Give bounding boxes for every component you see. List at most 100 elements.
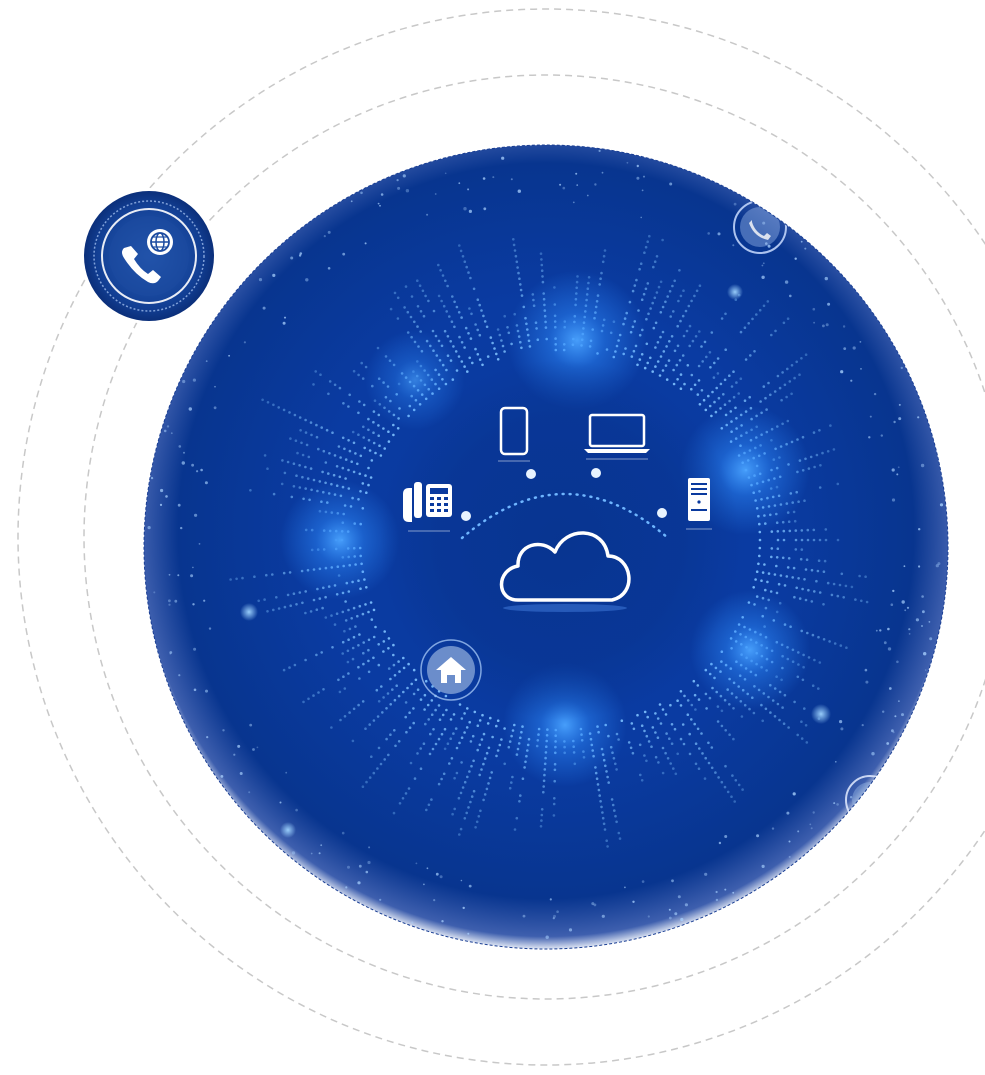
sparkle-dot xyxy=(893,420,896,424)
ring-dot xyxy=(783,383,787,387)
sparkle-dot xyxy=(492,176,495,179)
ring-dot xyxy=(651,370,654,373)
ring-dot xyxy=(793,595,796,599)
ring-dot xyxy=(654,321,658,325)
sparkle-dot xyxy=(357,881,361,885)
ring-dot xyxy=(698,403,702,406)
ring-dot xyxy=(357,411,360,415)
sparkle-dot xyxy=(483,207,487,211)
ring-dot xyxy=(552,802,556,806)
ring-dot xyxy=(655,291,659,294)
ring-dot xyxy=(800,538,804,542)
ring-dot xyxy=(372,635,376,639)
sparkle-dot xyxy=(178,445,182,448)
ring-dot xyxy=(407,787,411,790)
ring-dot xyxy=(674,772,678,776)
ring-dot xyxy=(704,756,707,760)
sparkle-dot xyxy=(549,898,552,901)
ring-dot xyxy=(474,826,477,829)
sparkle-dot xyxy=(380,193,384,196)
ring-dot xyxy=(348,711,351,714)
ring-dot xyxy=(491,341,494,345)
ring-dot xyxy=(351,739,355,743)
ring-dot xyxy=(720,317,724,320)
ring-dot xyxy=(681,723,685,726)
ring-dot xyxy=(816,569,820,573)
sparkle-dot xyxy=(812,811,815,814)
ring-dot xyxy=(351,657,355,661)
ring-dot xyxy=(426,703,430,707)
ring-dot xyxy=(382,427,385,430)
sparkle-dot xyxy=(181,461,185,465)
ring-dot xyxy=(702,398,706,402)
ring-dot xyxy=(669,703,672,707)
ring-dot xyxy=(787,726,790,729)
ring-dot xyxy=(659,355,663,358)
sparkle-dot xyxy=(879,629,882,632)
ring-dot xyxy=(668,340,671,343)
ring-dot xyxy=(235,577,238,581)
sparkle-dot xyxy=(707,232,710,235)
ring-dot xyxy=(703,340,707,344)
ring-dot xyxy=(740,715,744,718)
ring-dot xyxy=(677,299,680,303)
ring-dot xyxy=(363,446,367,450)
ring-dot xyxy=(357,433,360,437)
ring-dot xyxy=(298,486,302,489)
ring-dot xyxy=(318,480,322,483)
sparkle-dot xyxy=(262,306,266,310)
ring-dot xyxy=(775,591,779,595)
ring-dot xyxy=(455,305,459,309)
ring-dot xyxy=(631,751,635,755)
ring-dot xyxy=(723,403,727,407)
ring-dot xyxy=(694,335,698,338)
sparkle-dot xyxy=(204,481,208,485)
ring-dot xyxy=(654,712,657,715)
ring-dot xyxy=(818,429,821,432)
sparkle-dot xyxy=(320,844,323,847)
ring-dot xyxy=(770,547,774,550)
ring-dot xyxy=(807,588,810,592)
ring-dot xyxy=(348,627,352,631)
sparkle-dot xyxy=(239,772,243,775)
ring-dot xyxy=(672,767,675,770)
ring-dot xyxy=(364,603,367,606)
ring-dot xyxy=(801,587,804,591)
ring-dot xyxy=(339,456,342,459)
ring-dot xyxy=(341,436,345,440)
ring-dot xyxy=(292,592,296,595)
ring-dot xyxy=(598,794,601,797)
ring-dot xyxy=(697,698,701,701)
ring-dot xyxy=(478,743,482,747)
ring-dot xyxy=(292,462,296,466)
sparkle-dot xyxy=(342,252,346,256)
sparkle-dot xyxy=(426,213,429,216)
ring-dot xyxy=(369,601,373,604)
sparkle-dot xyxy=(715,890,718,894)
ring-dot xyxy=(649,307,652,310)
ring-dot xyxy=(404,715,408,719)
ring-dot xyxy=(840,572,844,576)
ring-dot xyxy=(606,775,609,779)
ring-dot xyxy=(770,555,773,559)
ring-dot xyxy=(690,387,693,391)
sparkle-dot xyxy=(345,886,348,889)
ring-dot xyxy=(643,754,646,757)
ring-dot xyxy=(342,402,345,405)
sparkle-dot xyxy=(198,543,201,545)
ring-dot xyxy=(654,365,657,368)
ring-dot xyxy=(659,311,663,314)
ring-dot xyxy=(467,271,470,274)
sparkle-dot xyxy=(169,651,173,654)
ring-dot xyxy=(646,282,650,285)
ring-dot xyxy=(701,360,704,363)
sparkle-dot xyxy=(901,713,904,717)
ring-dot xyxy=(443,727,447,731)
ring-dot xyxy=(393,674,397,677)
sparkle-dot xyxy=(871,752,875,756)
sparkle-dot xyxy=(810,827,813,830)
ring-dot xyxy=(333,454,337,457)
ring-dot xyxy=(295,603,298,606)
ring-dot xyxy=(485,751,489,755)
sparkle-dot xyxy=(460,879,463,882)
